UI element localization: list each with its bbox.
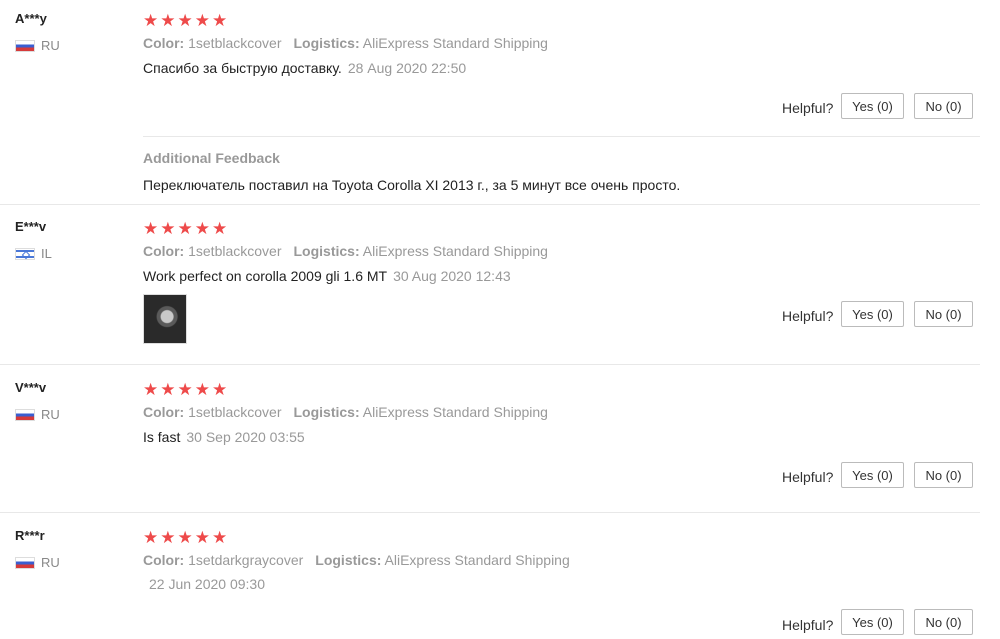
star-icon: ★ bbox=[160, 380, 176, 399]
russia-flag-icon bbox=[15, 556, 35, 569]
star-icon: ★ bbox=[160, 11, 176, 30]
review-divider bbox=[0, 204, 980, 205]
reviewer-name: R***r bbox=[15, 528, 45, 543]
review-divider bbox=[0, 512, 980, 513]
star-icon: ★ bbox=[143, 380, 159, 399]
review-text: Is fast bbox=[143, 429, 181, 445]
country-code: RU bbox=[41, 555, 60, 570]
additional-feedback-text: Переключатель поставил на Toyota Corolla… bbox=[143, 177, 681, 193]
star-icon: ★ bbox=[212, 528, 228, 547]
helpful-label: Helpful? bbox=[782, 469, 834, 485]
review-body: Work perfect on corolla 2009 gli 1.6 MT 3… bbox=[143, 268, 511, 284]
star-icon: ★ bbox=[160, 528, 176, 547]
review-body: Спасибо за быструю доставку. 28 Aug 2020 … bbox=[143, 60, 466, 76]
star-icon: ★ bbox=[177, 380, 193, 399]
country-code: RU bbox=[41, 407, 60, 422]
logistics-value: AliExpress Standard Shipping bbox=[384, 552, 570, 568]
logistics-label: Logistics: bbox=[293, 35, 360, 51]
star-rating: ★ ★ ★ ★ ★ bbox=[143, 529, 229, 546]
review-body: Is fast 30 Sep 2020 03:55 bbox=[143, 429, 305, 445]
country-code: RU bbox=[41, 38, 60, 53]
review-text: Work perfect on corolla 2009 gli 1.6 MT bbox=[143, 268, 388, 284]
review-meta: Color: 1setblackcover Logistics: AliExpre… bbox=[143, 243, 548, 259]
logistics-value: AliExpress Standard Shipping bbox=[362, 35, 548, 51]
reviewer-country: RU bbox=[15, 555, 60, 570]
star-icon: ★ bbox=[194, 219, 210, 238]
helpful-yes-button[interactable]: Yes (0) bbox=[841, 93, 904, 119]
star-icon: ★ bbox=[177, 219, 193, 238]
review-meta: Color: 1setblackcover Logistics: AliExpre… bbox=[143, 35, 548, 51]
logistics-value: AliExpress Standard Shipping bbox=[362, 404, 548, 420]
review-meta: Color: 1setdarkgraycover Logistics: AliEx… bbox=[143, 552, 570, 568]
helpful-no-button[interactable]: No (0) bbox=[914, 301, 973, 327]
logistics-label: Logistics: bbox=[315, 552, 382, 568]
additional-feedback-title: Additional Feedback bbox=[143, 150, 280, 166]
review-divider bbox=[0, 364, 980, 365]
star-icon: ★ bbox=[194, 528, 210, 547]
star-rating: ★ ★ ★ ★ ★ bbox=[143, 12, 229, 29]
reviewer-country: RU bbox=[15, 407, 60, 422]
reviewer-name: A***y bbox=[15, 11, 47, 26]
helpful-no-button[interactable]: No (0) bbox=[914, 462, 973, 488]
star-rating: ★ ★ ★ ★ ★ bbox=[143, 381, 229, 398]
review-meta: Color: 1setblackcover Logistics: AliExpre… bbox=[143, 404, 548, 420]
color-label: Color: bbox=[143, 552, 185, 568]
logistics-label: Logistics: bbox=[293, 404, 360, 420]
country-code: IL bbox=[41, 246, 52, 261]
star-icon: ★ bbox=[143, 219, 159, 238]
color-value: 1setblackcover bbox=[188, 243, 282, 259]
russia-flag-icon bbox=[15, 408, 35, 421]
divider bbox=[143, 136, 980, 137]
star-icon: ★ bbox=[212, 219, 228, 238]
color-value: 1setblackcover bbox=[188, 404, 282, 420]
review-body: 22 Jun 2020 09:30 bbox=[143, 576, 265, 592]
reviewer-name: E***v bbox=[15, 219, 47, 234]
logistics-label: Logistics: bbox=[293, 243, 360, 259]
star-icon: ★ bbox=[177, 528, 193, 547]
star-icon: ★ bbox=[194, 11, 210, 30]
helpful-no-button[interactable]: No (0) bbox=[914, 93, 973, 119]
helpful-label: Helpful? bbox=[782, 308, 834, 324]
helpful-yes-button[interactable]: Yes (0) bbox=[841, 301, 904, 327]
review-date: 28 Aug 2020 22:50 bbox=[347, 60, 467, 76]
review-text: Спасибо за быструю доставку. bbox=[143, 60, 342, 76]
israel-flag-icon bbox=[15, 247, 35, 260]
helpful-no-button[interactable]: No (0) bbox=[914, 609, 973, 635]
star-icon: ★ bbox=[212, 11, 228, 30]
review-date: 30 Sep 2020 03:55 bbox=[186, 429, 305, 445]
helpful-yes-button[interactable]: Yes (0) bbox=[841, 462, 904, 488]
star-icon: ★ bbox=[177, 11, 193, 30]
review-date: 30 Aug 2020 12:43 bbox=[393, 268, 511, 284]
star-icon: ★ bbox=[160, 219, 176, 238]
color-label: Color: bbox=[143, 243, 185, 259]
star-icon: ★ bbox=[212, 380, 228, 399]
star-icon: ★ bbox=[194, 380, 210, 399]
color-label: Color: bbox=[143, 35, 185, 51]
logistics-value: AliExpress Standard Shipping bbox=[362, 243, 548, 259]
helpful-label: Helpful? bbox=[782, 100, 834, 116]
color-value: 1setblackcover bbox=[188, 35, 282, 51]
reviewer-name: V***v bbox=[15, 380, 47, 395]
helpful-yes-button[interactable]: Yes (0) bbox=[841, 609, 904, 635]
review-date: 22 Jun 2020 09:30 bbox=[149, 576, 265, 592]
color-value: 1setdarkgraycover bbox=[188, 552, 304, 568]
reviewer-country: IL bbox=[15, 246, 52, 261]
helpful-label: Helpful? bbox=[782, 617, 834, 633]
star-icon: ★ bbox=[143, 528, 159, 547]
star-icon: ★ bbox=[143, 11, 159, 30]
star-rating: ★ ★ ★ ★ ★ bbox=[143, 220, 229, 237]
russia-flag-icon bbox=[15, 39, 35, 52]
color-label: Color: bbox=[143, 404, 185, 420]
reviewer-country: RU bbox=[15, 38, 60, 53]
review-photo-thumbnail[interactable] bbox=[143, 294, 187, 344]
